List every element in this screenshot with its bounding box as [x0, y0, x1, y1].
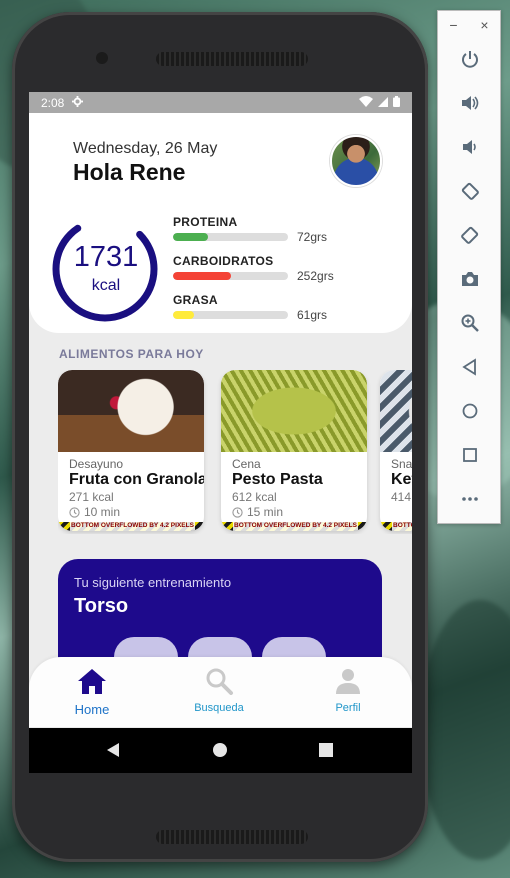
home-dot-icon[interactable] — [212, 742, 228, 758]
meal-card[interactable]: Cena Pesto Pasta 612 kcal 15 min BOTTOM … — [221, 370, 367, 531]
meal-name: Pesto Pasta — [232, 471, 323, 488]
clock-icon — [69, 506, 80, 518]
macro-label: PROTEINA — [173, 215, 238, 229]
meal-card[interactable]: Desayuno Fruta con Granola 271 kcal 10 m… — [58, 370, 204, 531]
overflow-warning-stripe: BOTTOM OVERFLOWED BY 4.2 PIXELS — [58, 521, 204, 531]
nav-label-search: Busqueda — [194, 702, 244, 714]
meal-time-label: 10 min — [84, 505, 121, 519]
volume-up-icon[interactable] — [458, 91, 482, 115]
macro-bar-fill — [173, 311, 194, 319]
greeting-title: Hola Rene — [73, 159, 186, 185]
macro-bar — [173, 233, 288, 241]
macro-label: CARBOIDRATOS — [173, 254, 274, 268]
macro-bar — [173, 272, 288, 280]
meal-kcal: 414 kcal — [391, 490, 412, 504]
rotate-left-icon[interactable] — [458, 179, 482, 203]
macro-carbs: CARBOIDRATOS 252grs — [173, 254, 353, 283]
calorie-value: 1731 — [73, 241, 139, 273]
bottom-navigation: Home Busqueda Perfil — [29, 657, 412, 727]
signal-icon — [378, 96, 388, 110]
nav-profile[interactable]: Perfil — [308, 667, 388, 714]
person-icon — [336, 669, 360, 694]
meal-image-snack — [380, 370, 412, 452]
overflow-warning-text: BOTTOM OVERFLOWED BY 4.2 PIXELS — [70, 521, 195, 531]
rotate-right-icon[interactable] — [458, 223, 482, 247]
overflow-warning-stripe: BOTTOM OVERFLOWED BY 4.2 PIXELS — [221, 521, 367, 531]
background-foliage — [420, 600, 510, 860]
meal-time-label: 15 min — [247, 505, 284, 519]
meal-image-pesto — [221, 370, 367, 452]
search-icon — [206, 668, 233, 695]
macro-bar-fill — [173, 233, 208, 241]
close-button[interactable]: × — [480, 17, 488, 33]
toolbar-window-controls: − × — [438, 11, 500, 39]
meals-section-title: ALIMENTOS PARA HOY — [59, 347, 204, 361]
status-time: 2:08 — [41, 95, 65, 110]
meal-time: 10 min — [69, 505, 120, 519]
zoom-icon[interactable] — [458, 311, 482, 335]
wifi-icon — [359, 95, 373, 110]
front-camera — [96, 52, 108, 64]
meal-name: Keto Snack — [391, 471, 412, 488]
workout-title: Torso — [74, 595, 129, 617]
nav-label-profile: Perfil — [335, 702, 361, 714]
earpiece-speaker — [156, 52, 308, 66]
meal-card[interactable]: Snack Keto Snack 414 kcal BOTTOM OVERFLO… — [380, 370, 412, 531]
nav-home[interactable]: Home — [52, 667, 132, 717]
home-icon — [78, 669, 106, 694]
macro-protein: PROTEINA 72grs — [173, 215, 353, 244]
macro-bar — [173, 311, 288, 319]
home-circle-icon[interactable] — [458, 399, 482, 423]
meal-kcal: 612 kcal — [232, 490, 277, 504]
camera-icon[interactable] — [458, 267, 482, 291]
recents-square-icon[interactable] — [318, 742, 334, 758]
settings-gear-icon — [72, 95, 84, 110]
system-navigation-bar — [29, 728, 412, 773]
more-icon[interactable] — [458, 487, 482, 511]
macro-value: 252grs — [297, 269, 334, 283]
clock-icon — [232, 506, 243, 518]
emulator-toolbar: − × — [437, 10, 501, 524]
volume-down-icon[interactable] — [458, 135, 482, 159]
back-icon[interactable] — [458, 355, 482, 379]
workout-subtitle: Tu siguiente entrenamiento — [74, 575, 232, 590]
status-bar: 2:08 — [29, 92, 412, 113]
calorie-unit: kcal — [91, 277, 121, 294]
user-avatar[interactable] — [330, 135, 382, 187]
meal-type: Cena — [232, 457, 261, 471]
macro-label: GRASA — [173, 293, 218, 307]
meal-type: Desayuno — [69, 457, 124, 471]
nav-label-home: Home — [74, 702, 110, 717]
meal-name: Fruta con Granola — [69, 471, 204, 488]
meals-carousel[interactable]: Desayuno Fruta con Granola 271 kcal 10 m… — [58, 370, 412, 534]
power-icon[interactable] — [458, 47, 482, 71]
battery-icon — [393, 95, 400, 110]
nav-search[interactable]: Busqueda — [179, 667, 259, 714]
overflow-warning-text: BOTTOM OVERFLOWED BY 4.2 PIXELS — [392, 521, 412, 531]
meal-kcal: 271 kcal — [69, 490, 114, 504]
overview-icon[interactable] — [458, 443, 482, 467]
macro-value: 72grs — [297, 230, 328, 244]
bottom-speaker — [156, 830, 308, 844]
macro-value: 61grs — [297, 308, 328, 322]
overflow-warning-text: BOTTOM OVERFLOWED BY 4.2 PIXELS — [233, 521, 358, 531]
macro-bar-fill — [173, 272, 231, 280]
summary-card: Wednesday, 26 May Hola Rene 1731 kcal PR… — [29, 113, 412, 333]
current-date: Wednesday, 26 May — [73, 140, 218, 157]
back-triangle-icon[interactable] — [105, 742, 121, 758]
app-screen: 2:08 Wednesday, 26 May Hola Rene 1731 kc… — [29, 92, 412, 773]
minimize-button[interactable]: − — [449, 17, 457, 33]
meal-type: Snack — [391, 457, 412, 471]
overflow-warning-stripe: BOTTOM OVERFLOWED BY 4.2 PIXELS — [380, 521, 412, 531]
meal-image-granola — [58, 370, 204, 452]
meal-time: 15 min — [232, 505, 283, 519]
macro-fat: GRASA 61grs — [173, 293, 353, 322]
